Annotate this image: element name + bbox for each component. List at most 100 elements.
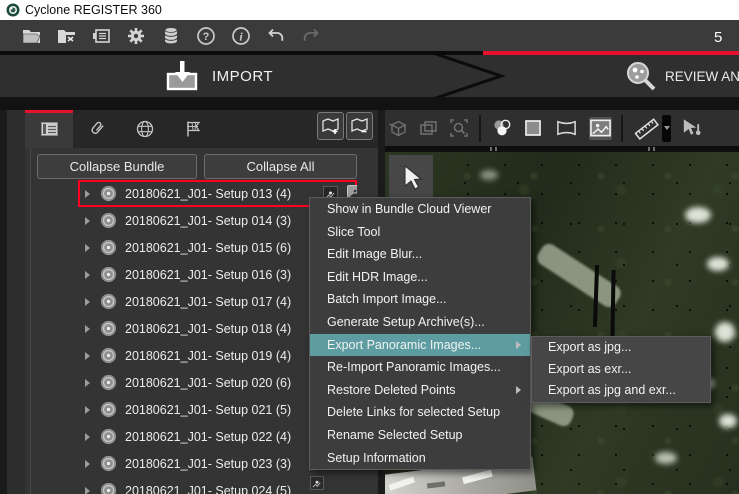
expand-arrow-icon[interactable]: [85, 190, 90, 198]
select-cursor-tool-button[interactable]: [389, 155, 433, 199]
measure-dropdown-button[interactable]: [662, 115, 671, 142]
info-icon[interactable]: i: [230, 25, 252, 47]
measure-ruler-icon[interactable]: [632, 117, 660, 140]
project-manager-icon[interactable]: [90, 25, 112, 47]
expand-arrow-icon[interactable]: [85, 352, 90, 360]
settings-gear-icon[interactable]: [125, 25, 147, 47]
expand-arrow-icon[interactable]: [85, 217, 90, 225]
collapse-bundle-button[interactable]: Collapse Bundle: [37, 154, 197, 179]
map-light-patch: [480, 170, 498, 180]
setup-target-icon: [100, 401, 117, 418]
export-panoramic-submenu: Export as jpg... Export as exr... Export…: [531, 336, 711, 403]
submenu-item-export-as-exr[interactable]: Export as exr...: [532, 359, 710, 381]
cursor-temperature-icon[interactable]: [680, 117, 703, 140]
menu-item-reimport-panoramic-images[interactable]: Re-Import Panoramic Images...: [310, 356, 530, 379]
help-icon[interactable]: ?: [195, 25, 217, 47]
setup-target-icon: [100, 293, 117, 310]
cyclone-register-window: Cyclone REGISTER 360 ? i: [0, 0, 739, 494]
menu-item-show-in-bundle-cloud-viewer[interactable]: Show in Bundle Cloud Viewer: [310, 198, 530, 221]
map-plus-icon: [321, 117, 341, 135]
menu-item-edit-hdr-image[interactable]: Edit HDR Image...: [310, 266, 530, 289]
storage-database-icon[interactable]: [160, 25, 182, 47]
menu-item-generate-setup-archives[interactable]: Generate Setup Archive(s)...: [310, 311, 530, 334]
panorama-view-icon[interactable]: [555, 117, 578, 140]
tab-review-and-optimize[interactable]: REVIEW AN: [624, 55, 739, 97]
expand-arrow-icon[interactable]: [85, 298, 90, 306]
tab-attachments[interactable]: [73, 110, 121, 148]
tab-import-label: IMPORT: [212, 68, 273, 85]
color-mode-icon[interactable]: [490, 117, 513, 140]
expand-arrow-icon[interactable]: [85, 487, 90, 494]
setup-target-icon: [100, 347, 117, 364]
submenu-item-export-as-jpg[interactable]: Export as jpg...: [532, 337, 710, 359]
menu-item-slice-tool[interactable]: Slice Tool: [310, 221, 530, 244]
stage-ribbon: IMPORT REVIEW AN: [0, 55, 739, 97]
setup-label: 20180621_J01- Setup 018 (4): [125, 322, 291, 336]
menu-item-batch-import-image[interactable]: Batch Import Image...: [310, 288, 530, 311]
review-magnifier-icon: [624, 59, 658, 93]
map-light-patch: [707, 257, 729, 271]
tab-web[interactable]: [121, 110, 169, 148]
setup-target-icon: [100, 185, 117, 202]
main-toolbar: ? i: [0, 20, 739, 51]
close-project-icon[interactable]: [55, 25, 77, 47]
menu-item-edit-image-blur[interactable]: Edit Image Blur...: [310, 243, 530, 266]
tab-import[interactable]: IMPORT: [160, 55, 273, 97]
expand-arrow-icon[interactable]: [85, 271, 90, 279]
expand-arrow-icon[interactable]: [85, 406, 90, 414]
setup-target-icon: [100, 212, 117, 229]
map-light-patch: [719, 414, 737, 428]
sitemap-flag-icon: [183, 119, 203, 139]
setup-image-button[interactable]: [310, 476, 324, 490]
zoom-region-icon: [447, 117, 470, 140]
submenu-arrow-icon: [516, 341, 521, 349]
corner-badge: 5: [714, 29, 722, 46]
setup-label: 20180621_J01- Setup 019 (4): [125, 349, 291, 363]
tab-sitemap[interactable]: [169, 110, 217, 148]
setup-label: 20180621_J01- Setup 017 (4): [125, 295, 291, 309]
image-view-icon[interactable]: [589, 117, 612, 140]
setup-label: 20180621_J01- Setup 016 (3): [125, 268, 291, 282]
toolbar-separator: [621, 115, 623, 142]
setup-label: 20180621_J01- Setup 024 (5): [125, 484, 291, 494]
undo-icon[interactable]: [265, 25, 287, 47]
chevron-down-icon: [664, 126, 670, 130]
expand-arrow-icon[interactable]: [85, 460, 90, 468]
setup-target-icon: [100, 320, 117, 337]
window-title: Cyclone REGISTER 360: [25, 3, 162, 17]
setup-target-icon: [100, 428, 117, 445]
import-download-icon: [160, 58, 204, 94]
setup-target-icon: [100, 482, 117, 494]
expand-arrow-icon[interactable]: [85, 379, 90, 387]
open-project-icon[interactable]: [20, 25, 42, 47]
menu-item-export-panoramic-images[interactable]: Export Panoramic Images...: [310, 334, 530, 357]
bundle-tree-icon: [41, 122, 58, 136]
splitter-handle[interactable]: [648, 147, 655, 151]
menu-item-restore-deleted-points[interactable]: Restore Deleted Points: [310, 379, 530, 402]
panel-top-band: [0, 97, 739, 110]
expand-arrow-icon[interactable]: [85, 433, 90, 441]
setup-label: 20180621_J01- Setup 020 (6): [125, 376, 291, 390]
setup-target-icon: [100, 239, 117, 256]
globe-icon: [135, 119, 155, 139]
menu-item-rename-selected-setup[interactable]: Rename Selected Setup: [310, 424, 530, 447]
collapse-all-button[interactable]: Collapse All: [204, 154, 357, 179]
expand-arrow-icon[interactable]: [85, 244, 90, 252]
menu-item-delete-links-for-selected-setup[interactable]: Delete Links for selected Setup: [310, 401, 530, 424]
submenu-arrow-icon: [516, 386, 521, 394]
fill-view-icon[interactable]: [521, 117, 544, 140]
explorer-tab-bar: [25, 110, 378, 148]
map-toolbar: [385, 110, 739, 146]
setup-label: 20180621_J01- Setup 023 (3): [125, 457, 291, 471]
cursor-arrow-icon: [398, 163, 424, 191]
tab-bundle-tree[interactable]: [25, 110, 73, 148]
menu-item-setup-information[interactable]: Setup Information: [310, 447, 530, 470]
left-rail: [0, 110, 25, 494]
setup-label: 20180621_J01- Setup 015 (6): [125, 241, 291, 255]
remove-bookmark-button[interactable]: [346, 112, 373, 140]
map-minus-icon: [350, 117, 370, 135]
add-bookmark-button[interactable]: [317, 112, 344, 140]
submenu-item-export-as-jpg-and-exr[interactable]: Export as jpg and exr...: [532, 380, 710, 402]
expand-arrow-icon[interactable]: [85, 325, 90, 333]
splitter-handle[interactable]: [490, 147, 497, 151]
